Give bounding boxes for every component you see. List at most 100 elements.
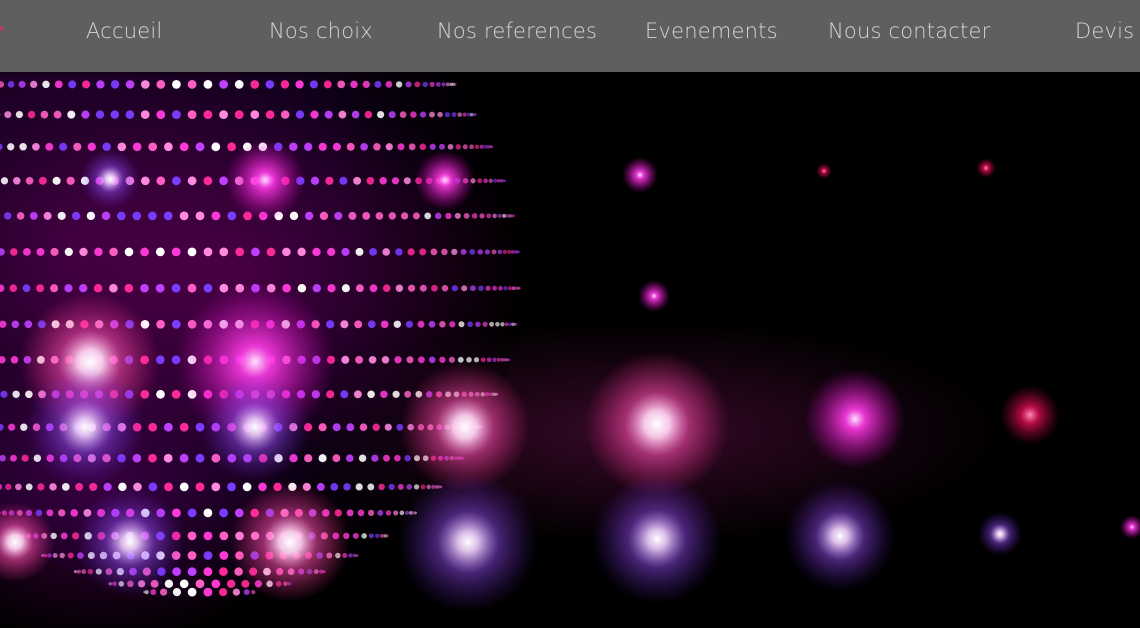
disco-ball-dot	[383, 454, 390, 462]
disco-ball-dot	[203, 110, 213, 119]
disco-ball-dot	[13, 177, 21, 185]
disco-ball-dot	[417, 356, 425, 364]
disco-ball-dot	[343, 483, 351, 491]
disco-ball-dot	[473, 357, 480, 363]
disco-ball-dot	[338, 110, 347, 119]
nav-item-nous-contacter[interactable]: Nous contacter	[828, 17, 990, 45]
disco-ball-dot	[357, 509, 365, 517]
disco-ball-dot	[295, 110, 305, 119]
nav-item-nos-choix[interactable]: Nos choix	[269, 17, 373, 45]
disco-ball-dot	[12, 390, 20, 399]
disco-ball-dot	[422, 81, 428, 88]
disco-ball-dot	[211, 211, 221, 221]
disco-ball-dot	[50, 247, 59, 256]
disco-ball-dot	[52, 553, 58, 558]
disco-ball-dot	[498, 285, 503, 291]
disco-ball-dot	[203, 80, 213, 89]
disco-ball-dot	[341, 247, 350, 256]
disco-ball-dot	[369, 284, 378, 293]
disco-ball-dot	[517, 250, 520, 254]
disco-ball-dot	[156, 80, 166, 89]
nav-item-accueil[interactable]: Accueil	[86, 17, 162, 45]
disco-ball-dot	[304, 211, 314, 221]
disco-ball-dot	[203, 587, 213, 597]
disco-ball-dot	[431, 284, 438, 292]
disco-ball-dot	[148, 211, 157, 221]
disco-ball-dot	[172, 80, 181, 89]
disco-ball-dot	[380, 390, 388, 399]
disco-ball-dot	[493, 178, 498, 183]
light-glow	[200, 372, 310, 482]
disco-ball-dot	[289, 211, 299, 221]
disco-ball-dot	[124, 247, 134, 257]
disco-ball-dot	[419, 284, 427, 292]
disco-ball-dot	[219, 247, 229, 257]
disco-ball-dot	[400, 212, 409, 220]
disco-ball-dot	[466, 112, 471, 117]
disco-ball-dot	[195, 453, 205, 463]
disco-ball-dot	[30, 80, 38, 89]
disco-ball-dot	[458, 321, 465, 328]
disco-ball-dot	[10, 248, 18, 256]
disco-ball-dot	[460, 248, 467, 255]
disco-ball-dot	[172, 176, 181, 186]
disco-ball-dot	[364, 110, 373, 119]
disco-ball-dot	[447, 143, 454, 150]
disco-ball-dot	[403, 177, 411, 185]
disco-ball-dot	[382, 248, 391, 256]
disco-ball-dot	[372, 423, 380, 431]
disco-ball-dot	[187, 531, 197, 541]
disco-ball-dot	[60, 532, 68, 540]
disco-ball-dot	[479, 213, 485, 219]
disco-ball-dot	[125, 110, 135, 119]
nav-item-evenements[interactable]: Evenements	[645, 17, 778, 45]
disco-ball-dot	[187, 567, 197, 576]
disco-ball-dot	[492, 285, 498, 291]
disco-ball-dot	[439, 143, 445, 150]
disco-ball-dot	[358, 454, 367, 462]
disco-ball-dot	[408, 143, 416, 151]
disco-ball-dot	[219, 531, 229, 541]
disco-ball-dot	[203, 531, 213, 541]
disco-ball-dot	[367, 390, 375, 399]
disco-ball-dot	[479, 144, 484, 149]
disco-ball-dot	[482, 321, 488, 327]
disco-ball-dot	[500, 322, 505, 327]
disco-ball-dot	[312, 284, 321, 293]
disco-ball-dot	[339, 176, 348, 185]
disco-ball-dot	[179, 142, 189, 152]
disco-ball-dot	[391, 177, 400, 185]
light-glow	[785, 481, 895, 591]
disco-ball-dot	[445, 82, 450, 87]
disco-ball-dot	[366, 176, 375, 185]
disco-ball-dot	[187, 283, 197, 293]
disco-ball-dot	[179, 482, 189, 492]
disco-ball-dot	[148, 482, 158, 492]
disco-ball-dot	[399, 111, 407, 118]
disco-ball-dot	[211, 142, 221, 152]
disco-ball-dot	[187, 587, 197, 597]
disco-ball-dot	[474, 144, 480, 150]
light-glow	[25, 367, 145, 487]
disco-ball-dot	[410, 111, 417, 118]
disco-ball-dot	[367, 509, 375, 517]
disco-ball-dot	[471, 213, 478, 219]
disco-ball-dot	[68, 80, 77, 89]
disco-ball-dot	[412, 212, 420, 220]
disco-ball-dot	[297, 283, 307, 293]
disco-ball-dot	[503, 286, 508, 291]
disco-ball-dot	[394, 454, 401, 462]
disco-ball-dot	[203, 567, 213, 576]
light-glow	[622, 157, 658, 193]
disco-ball-dot	[7, 143, 15, 151]
disco-ball-dot	[341, 284, 350, 293]
disco-ball-dot	[59, 552, 65, 559]
disco-ball-dot	[86, 211, 96, 221]
nav-item-nos-references[interactable]: Nos references	[437, 17, 597, 45]
nav-item-devis[interactable]: Devis	[1075, 17, 1134, 45]
disco-ball-dot	[419, 248, 427, 256]
disco-ball-dot	[491, 249, 497, 255]
disco-ball-dot	[381, 356, 390, 364]
disco-ball-dot	[451, 112, 457, 118]
disco-ball-dot	[232, 588, 241, 596]
